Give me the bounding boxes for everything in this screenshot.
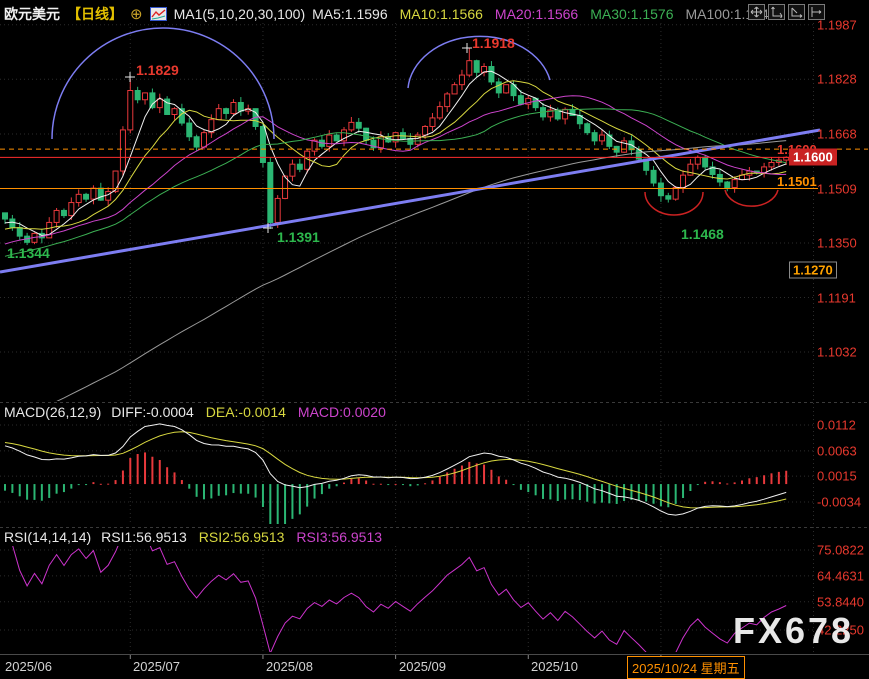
- macd-value-2: MACD:0.0020: [298, 404, 386, 420]
- peak2-price-label: 1.1918: [472, 35, 515, 51]
- red-arc-1[interactable]: [725, 190, 778, 206]
- pan-icon[interactable]: [748, 4, 765, 20]
- time-axis-label-0: 2025/06: [5, 659, 52, 674]
- macd-settings-label[interactable]: MACD(26,12,9): [4, 404, 101, 420]
- time-axis-label-4: 2025/10: [531, 659, 578, 674]
- ma-settings-label[interactable]: MA1(5,10,20,30,100): [174, 6, 306, 22]
- price-axis-label-2: 1.1668: [817, 127, 857, 142]
- rsi-legend: RSI1:56.9513 RSI2:56.9513 RSI3:56.9513: [101, 529, 382, 545]
- ma-value-0: MA5:1.1596: [312, 6, 388, 22]
- price-axis-label-6: 1.1032: [817, 345, 857, 360]
- rsi-value-1: RSI2:56.9513: [199, 529, 285, 545]
- macd-header: MACD(26,12,9) DIFF:-0.0004 DEA:-0.0014 MAC…: [4, 404, 386, 420]
- macd-axis-label-0: 0.0112: [817, 418, 856, 433]
- macd-axis-label-1: 0.0063: [817, 443, 857, 458]
- highlighted-date-label: 2025/10/24 星期五: [627, 656, 745, 679]
- crosshair-mark-0: [125, 72, 135, 82]
- rsi-settings-label[interactable]: RSI(14,14,14): [4, 529, 91, 545]
- ma-value-2: MA20:1.1566: [495, 6, 578, 22]
- trading-app-window: 欧元美元 【日线】 ⊕ MA1(5,10,20,30,100) MA5:1.15…: [0, 0, 869, 679]
- rsi-value-2: RSI3:56.9513: [296, 529, 382, 545]
- rsi-header: RSI(14,14,14) RSI1:56.9513RSI2:56.9513RS…: [4, 529, 382, 545]
- macd-panel[interactable]: [4, 424, 787, 529]
- crosshair-mark-1: [462, 43, 472, 53]
- time-axis-label-2: 2025/08: [266, 659, 313, 674]
- macd-value-0: DIFF:-0.0004: [111, 404, 193, 420]
- price-axis-label-3: 1.1509: [817, 181, 857, 196]
- ma-legend: MA5:1.1596 MA10:1.1566 MA20:1.1566 MA30:1.1…: [312, 6, 776, 22]
- chart-header: 欧元美元 【日线】 ⊕ MA1(5,10,20,30,100) MA5:1.15…: [4, 4, 777, 24]
- axis-scale-bottom-icon[interactable]: [788, 4, 805, 20]
- rsi-axis-label-1: 64.4631: [817, 568, 864, 583]
- rsi-value-0: RSI1:56.9513: [101, 529, 187, 545]
- rsi-axis-label-0: 75.0822: [817, 543, 864, 558]
- price-axis-label-0: 1.1987: [817, 17, 857, 32]
- low-left-price-label: 1.1344: [7, 245, 50, 261]
- ma-value-3: MA30:1.1576: [590, 6, 673, 22]
- peak1-price-label: 1.1829: [136, 62, 179, 78]
- macd-value-1: DEA:-0.0014: [206, 404, 286, 420]
- main-price-panel[interactable]: [3, 48, 789, 425]
- price-axis-label-4: 1.1350: [817, 236, 857, 251]
- symbol-title: 欧元美元: [4, 4, 60, 24]
- axis-scale-left-icon[interactable]: [768, 4, 785, 20]
- add-indicator-icon[interactable]: ⊕: [130, 8, 143, 21]
- time-axis-label-1: 2025/07: [133, 659, 180, 674]
- period-tag[interactable]: 【日线】: [67, 4, 123, 24]
- watermark: FX678: [733, 610, 854, 652]
- support-line-label: 1.1501: [777, 174, 817, 189]
- ma-value-1: MA10:1.1566: [400, 6, 483, 22]
- price-axis-label-1: 1.1828: [817, 72, 857, 87]
- alert-price-badge: 1.1270: [789, 262, 837, 279]
- macd-axis-label-3: -0.0034: [817, 495, 861, 510]
- chart-toolbar: [748, 4, 825, 20]
- low1-price-label: 1.1391: [277, 229, 320, 245]
- rsi-axis-label-2: 53.8440: [817, 594, 864, 609]
- low2-price-label: 1.1468: [681, 226, 724, 242]
- chart-canvas[interactable]: [0, 0, 869, 679]
- price-axis-label-5: 1.1191: [817, 290, 856, 305]
- time-axis-label-3: 2025/09: [399, 659, 446, 674]
- blue-arc-0[interactable]: [52, 28, 274, 139]
- mini-chart-icon[interactable]: [150, 7, 167, 21]
- macd-legend: DIFF:-0.0004 DEA:-0.0014 MACD:0.0020: [111, 404, 386, 420]
- macd-axis-label-2: 0.0015: [817, 469, 857, 484]
- current-price-badge: 1.1600: [789, 149, 837, 166]
